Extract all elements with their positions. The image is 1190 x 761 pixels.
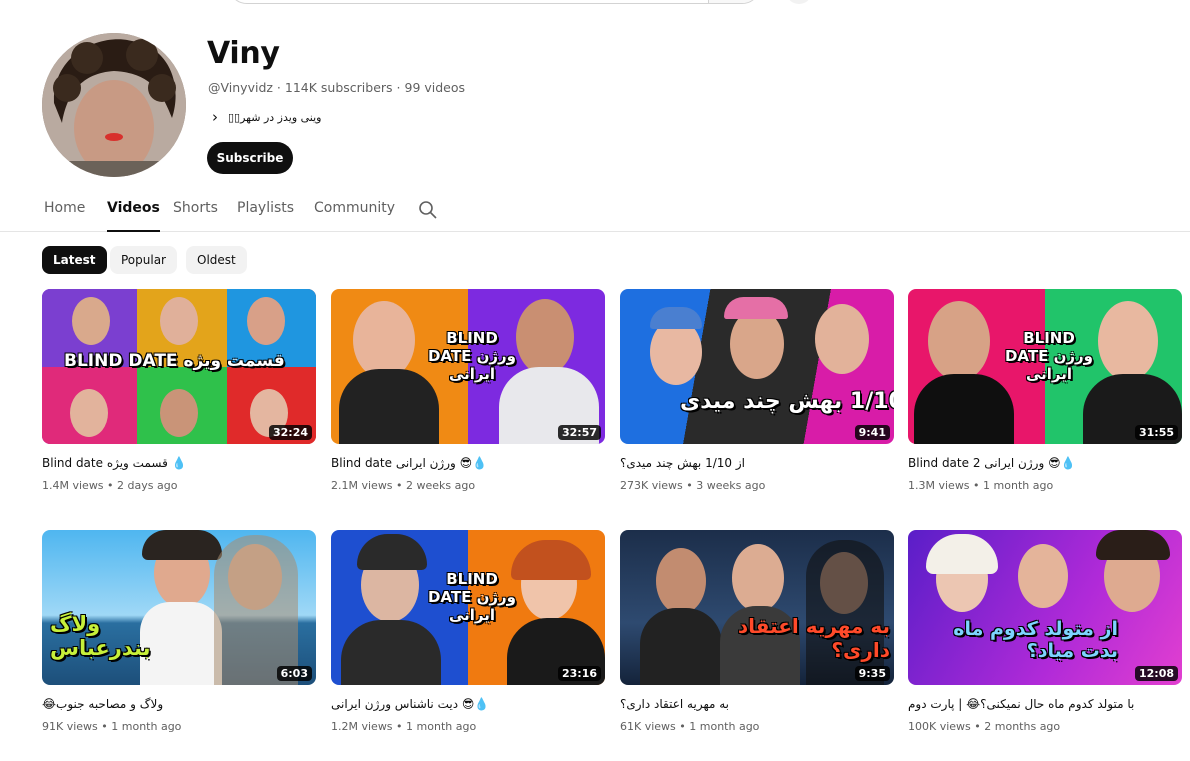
duration-badge: 32:57 — [557, 425, 601, 440]
view-count: 2.1M views — [331, 479, 393, 492]
thumbnail-overlay-text: ولاگ بندرعباس — [50, 612, 151, 660]
video-title[interactable]: Blind date ورژن ایرانی 😎💧 — [331, 456, 605, 470]
upload-age: 1 month ago — [111, 720, 182, 733]
view-count: 1.3M views — [908, 479, 970, 492]
duration-badge: 32:24 — [268, 425, 312, 440]
video-card[interactable]: BLIND DATE ورژن ایرانی 31:55 Blind date … — [908, 289, 1182, 492]
upload-age: 3 weeks ago — [696, 479, 766, 492]
upload-age: 1 month ago — [406, 720, 477, 733]
video-thumbnail[interactable]: BLIND DATE ورژن ایرانی 23:16 — [331, 530, 605, 685]
tab-community[interactable]: Community — [314, 200, 395, 232]
thumbnail-overlay-text: BLIND DATE قسمت ویژه — [64, 351, 285, 371]
channel-tabs: Home Videos Shorts Playlists Community — [0, 194, 1190, 232]
duration-badge: 9:41 — [854, 425, 890, 440]
voice-search-button[interactable] — [786, 0, 812, 4]
duration-badge: 12:08 — [1134, 666, 1178, 681]
channel-name: Viny — [207, 36, 280, 71]
chip-oldest[interactable]: Oldest — [186, 246, 247, 274]
thumbnail-overlay-text: از متولد کدوم ماه بدت میاد؟ — [953, 618, 1118, 662]
view-count: 1.4M views — [42, 479, 104, 492]
video-title[interactable]: دیت ناشناس ورژن ایرانی 😎💧 — [331, 697, 605, 711]
meta-separator: · — [276, 80, 285, 95]
view-count: 273K views — [620, 479, 683, 492]
description-text: وینی ویدز در شهر▯▯ — [228, 110, 322, 124]
video-thumbnail[interactable]: BLIND DATE ورژن ایرانی 32:57 — [331, 289, 605, 444]
thumbnail-overlay-text: از 1/10 بهش چند میدی — [680, 389, 894, 414]
thumbnail-overlay-text: BLIND DATE ورژن ایرانی — [1004, 329, 1093, 383]
video-meta: 1.3M views • 1 month ago — [908, 479, 1054, 492]
video-thumbnail[interactable]: به مهریه اعتقاد داری؟ 9:35 — [620, 530, 894, 685]
chevron-right-icon: › — [212, 108, 218, 126]
channel-handle: @Vinyvidz — [208, 80, 273, 95]
channel-meta: @Vinyvidz · 114K subscribers · 99 videos — [208, 80, 465, 95]
video-count: 99 videos — [404, 80, 466, 95]
upload-age: 1 month ago — [983, 479, 1054, 492]
upload-age: 2 days ago — [117, 479, 178, 492]
video-thumbnail[interactable]: ولاگ بندرعباس 6:03 — [42, 530, 316, 685]
video-meta: 1.2M views • 1 month ago — [331, 720, 477, 733]
duration-badge: 23:16 — [557, 666, 601, 681]
masthead-remnant — [0, 0, 1190, 6]
tab-playlists[interactable]: Playlists — [237, 200, 294, 232]
video-title[interactable]: با متولد کدوم ماه حال نمیکنی؟😂 | پارت دو… — [908, 697, 1182, 711]
tab-home[interactable]: Home — [44, 200, 85, 232]
view-count: 1.2M views — [331, 720, 393, 733]
video-thumbnail[interactable]: از 1/10 بهش چند میدی 9:41 — [620, 289, 894, 444]
meta-separator: · — [396, 80, 405, 95]
thumbnail-overlay-text: BLIND DATE ورژن ایرانی — [427, 570, 516, 624]
video-title[interactable]: از 1/10 بهش چند میدی؟ — [620, 456, 894, 470]
video-meta: 1.4M views • 2 days ago — [42, 479, 178, 492]
video-title[interactable]: Blind date ورژن ایرانی 2 😎💧 — [908, 456, 1182, 470]
upload-age: 1 month ago — [689, 720, 760, 733]
duration-badge: 9:35 — [854, 666, 890, 681]
thumbnail-overlay-text: BLIND DATE ورژن ایرانی — [427, 329, 516, 383]
search-icon[interactable] — [418, 200, 438, 220]
duration-badge: 31:55 — [1134, 425, 1178, 440]
masthead-search-box[interactable] — [228, 0, 761, 4]
view-count: 100K views — [908, 720, 971, 733]
video-card[interactable]: BLIND DATE ورژن ایرانی 32:57 Blind date … — [331, 289, 605, 492]
video-title[interactable]: 😂ولاگ و مصاحبه جنوب — [42, 697, 316, 711]
video-title[interactable]: Blind date قسمت ویژه 💧 — [42, 456, 316, 470]
tab-shorts[interactable]: Shorts — [173, 200, 218, 232]
video-meta: 273K views • 3 weeks ago — [620, 479, 766, 492]
tab-videos[interactable]: Videos — [107, 200, 160, 232]
chip-popular[interactable]: Popular — [110, 246, 177, 274]
video-card[interactable]: از 1/10 بهش چند میدی 9:41 از 1/10 بهش چن… — [620, 289, 894, 492]
channel-avatar[interactable] — [42, 33, 186, 177]
channel-description[interactable]: وینی ویدز در شهر▯▯ › — [208, 108, 321, 126]
video-meta: 2.1M views • 2 weeks ago — [331, 479, 476, 492]
upload-age: 2 months ago — [984, 720, 1061, 733]
upload-age: 2 weeks ago — [406, 479, 476, 492]
video-card[interactable]: از متولد کدوم ماه بدت میاد؟ 12:08 با متو… — [908, 530, 1182, 733]
video-card[interactable]: BLIND DATE ورژن ایرانی 23:16 دیت ناشناس … — [331, 530, 605, 733]
thumbnail-overlay-text: به مهریه اعتقاد داری؟ — [737, 614, 890, 662]
view-count: 61K views — [620, 720, 676, 733]
video-card[interactable]: ولاگ بندرعباس 6:03 😂ولاگ و مصاحبه جنوب 9… — [42, 530, 316, 733]
subscribe-button[interactable]: Subscribe — [207, 142, 293, 174]
subscriber-count: 114K subscribers — [284, 80, 393, 95]
video-thumbnail[interactable]: از متولد کدوم ماه بدت میاد؟ 12:08 — [908, 530, 1182, 685]
duration-badge: 6:03 — [276, 666, 312, 681]
masthead-search-button[interactable] — [708, 0, 760, 3]
video-meta: 61K views • 1 month ago — [620, 720, 760, 733]
video-thumbnail[interactable]: BLIND DATE ورژن ایرانی 31:55 — [908, 289, 1182, 444]
video-thumbnail[interactable]: BLIND DATE قسمت ویژه 32:24 — [42, 289, 316, 444]
video-title[interactable]: به مهریه اعتقاد داری؟ — [620, 697, 894, 711]
video-meta: 100K views • 2 months ago — [908, 720, 1061, 733]
video-card[interactable]: BLIND DATE قسمت ویژه 32:24 Blind date قس… — [42, 289, 316, 492]
chip-latest[interactable]: Latest — [42, 246, 107, 274]
video-card[interactable]: به مهریه اعتقاد داری؟ 9:35 به مهریه اعتق… — [620, 530, 894, 733]
view-count: 91K views — [42, 720, 98, 733]
video-meta: 91K views • 1 month ago — [42, 720, 182, 733]
